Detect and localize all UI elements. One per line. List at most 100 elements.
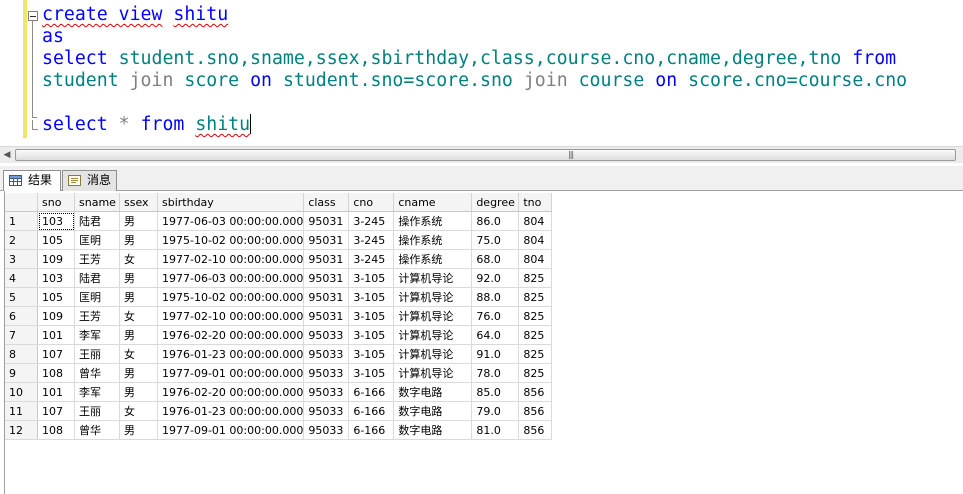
- cell-ssex[interactable]: 女: [119, 249, 158, 269]
- cell-cname[interactable]: 数字电路: [393, 401, 473, 421]
- cell-sno[interactable]: 109: [37, 249, 75, 269]
- cell-sno[interactable]: 105: [37, 287, 75, 307]
- table-row[interactable]: 11 107 王丽女 1976-01-23 00:00:00.000 95033 6-16…: [5, 401, 553, 421]
- cell-degree[interactable]: 78.0: [471, 363, 520, 383]
- cell-class[interactable]: 95033: [303, 344, 350, 364]
- table-row[interactable]: 9 108 曾华男 1977-09-01 00:00:00.000 95033 3-105…: [5, 363, 553, 383]
- cell-row-number[interactable]: 6: [5, 306, 38, 326]
- code-line-2[interactable]: as: [42, 26, 64, 48]
- cell-degree[interactable]: 75.0: [471, 230, 520, 250]
- table-row[interactable]: 7 101 李军男 1976-02-20 00:00:00.000 95033 3-105…: [5, 325, 553, 345]
- cell-class[interactable]: 95031: [303, 249, 350, 269]
- cell-cno[interactable]: 3-105: [348, 306, 395, 326]
- code-line-3[interactable]: select student.sno,sname,ssex,sbirthday,…: [42, 48, 896, 70]
- cell-class[interactable]: 95031: [303, 211, 350, 231]
- cell-cno[interactable]: 6-166: [348, 382, 395, 402]
- cell-sname[interactable]: 李军: [74, 325, 120, 345]
- cell-ssex[interactable]: 女: [119, 344, 158, 364]
- column-header-tno[interactable]: tno: [518, 193, 553, 212]
- cell-sname[interactable]: 王芳: [74, 306, 120, 326]
- cell-class[interactable]: 95033: [303, 363, 350, 383]
- cell-degree[interactable]: 88.0: [471, 287, 520, 307]
- cell-sbirthday[interactable]: 1977-02-10 00:00:00.000: [157, 306, 305, 326]
- row-number-header[interactable]: [5, 193, 38, 212]
- cell-ssex[interactable]: 女: [119, 306, 158, 326]
- cell-cname[interactable]: 计算机导论: [393, 363, 473, 383]
- cell-sname[interactable]: 陆君: [74, 211, 120, 231]
- cell-row-number[interactable]: 2: [5, 230, 38, 250]
- cell-class[interactable]: 95033: [303, 401, 350, 421]
- editor-horizontal-scrollbar[interactable]: ◀ |||: [0, 146, 963, 163]
- cell-ssex[interactable]: 男: [119, 382, 158, 402]
- cell-row-number[interactable]: 8: [5, 344, 38, 364]
- cell-ssex[interactable]: 男: [119, 420, 158, 440]
- tab-results[interactable]: 结果: [3, 170, 61, 192]
- cell-cno[interactable]: 6-166: [348, 401, 395, 421]
- cell-cno[interactable]: 3-245: [348, 230, 395, 250]
- cell-row-number[interactable]: 5: [5, 287, 38, 307]
- cell-row-number[interactable]: 1: [5, 211, 38, 231]
- cell-degree[interactable]: 85.0: [471, 382, 520, 402]
- cell-class[interactable]: 95033: [303, 325, 350, 345]
- table-row[interactable]: 6 109 王芳女 1977-02-10 00:00:00.000 95031 3-105…: [5, 306, 553, 326]
- code-line-4[interactable]: student join score on student.sno=score.…: [42, 70, 907, 92]
- cell-cname[interactable]: 操作系统: [393, 249, 473, 269]
- cell-class[interactable]: 95031: [303, 230, 350, 250]
- cell-sbirthday[interactable]: 1977-09-01 00:00:00.000: [157, 420, 305, 440]
- cell-row-number[interactable]: 10: [5, 382, 38, 402]
- cell-degree[interactable]: 91.0: [471, 344, 520, 364]
- code-line-6[interactable]: select * from shitu: [42, 114, 252, 136]
- cell-class[interactable]: 95033: [303, 420, 350, 440]
- cell-degree[interactable]: 92.0: [471, 268, 520, 288]
- cell-sbirthday[interactable]: 1977-09-01 00:00:00.000: [157, 363, 305, 383]
- cell-sbirthday[interactable]: 1977-06-03 00:00:00.000: [157, 211, 305, 231]
- table-row[interactable]: 12 108 曾华男 1977-09-01 00:00:00.000 95033 6-16…: [5, 420, 553, 440]
- cell-sbirthday[interactable]: 1977-06-03 00:00:00.000: [157, 268, 305, 288]
- sql-editor[interactable]: create view shitu as select student.sno,…: [0, 0, 963, 145]
- column-header-cno[interactable]: cno: [348, 193, 395, 212]
- cell-degree[interactable]: 81.0: [471, 420, 520, 440]
- table-row[interactable]: 10 101 李军男 1976-02-20 00:00:00.000 95033 6-16…: [5, 382, 553, 402]
- table-row[interactable]: 3 109 王芳女 1977-02-10 00:00:00.000 95031 3-245…: [5, 249, 553, 269]
- cell-sbirthday[interactable]: 1977-02-10 00:00:00.000: [157, 249, 305, 269]
- cell-cno[interactable]: 3-105: [348, 344, 395, 364]
- cell-sno[interactable]: 107: [37, 401, 75, 421]
- table-row[interactable]: 1 103 陆君男 1977-06-03 00:00:00.000 95031 3-245…: [5, 211, 553, 231]
- cell-class[interactable]: 95031: [303, 268, 350, 288]
- cell-sbirthday[interactable]: 1976-01-23 00:00:00.000: [157, 344, 305, 364]
- cell-cno[interactable]: 3-105: [348, 268, 395, 288]
- cell-ssex[interactable]: 男: [119, 363, 158, 383]
- cell-ssex[interactable]: 男: [119, 230, 158, 250]
- cell-cname[interactable]: 数字电路: [393, 420, 473, 440]
- column-header-sname[interactable]: sname: [74, 193, 120, 212]
- cell-sbirthday[interactable]: 1975-10-02 00:00:00.000: [157, 230, 305, 250]
- cell-cno[interactable]: 3-105: [348, 363, 395, 383]
- code-line-1[interactable]: create view shitu: [42, 4, 228, 26]
- column-header-class[interactable]: class: [303, 193, 350, 212]
- cell-sno[interactable]: 103: [37, 268, 75, 288]
- cell-class[interactable]: 95033: [303, 382, 350, 402]
- cell-cname[interactable]: 计算机导论: [393, 344, 473, 364]
- cell-sbirthday[interactable]: 1976-02-20 00:00:00.000: [157, 325, 305, 345]
- cell-sno[interactable]: 101: [37, 382, 75, 402]
- cell-cno[interactable]: 3-245: [348, 211, 395, 231]
- cell-tno[interactable]: 825: [518, 344, 553, 364]
- cell-ssex[interactable]: 男: [119, 211, 158, 231]
- cell-row-number[interactable]: 11: [5, 401, 38, 421]
- cell-row-number[interactable]: 4: [5, 268, 38, 288]
- cell-cno[interactable]: 6-166: [348, 420, 395, 440]
- cell-tno[interactable]: 825: [518, 306, 553, 326]
- cell-cno[interactable]: 3-105: [348, 287, 395, 307]
- cell-sname[interactable]: 曾华: [74, 363, 120, 383]
- cell-sbirthday[interactable]: 1976-01-23 00:00:00.000: [157, 401, 305, 421]
- table-row[interactable]: 5 105 匡明男 1975-10-02 00:00:00.000 95031 3-105…: [5, 287, 553, 307]
- cell-sno[interactable]: 109: [37, 306, 75, 326]
- cell-cname[interactable]: 计算机导论: [393, 287, 473, 307]
- column-header-degree[interactable]: degree: [471, 193, 520, 212]
- cell-sname[interactable]: 李军: [74, 382, 120, 402]
- cell-degree[interactable]: 64.0: [471, 325, 520, 345]
- cell-tno[interactable]: 856: [518, 420, 553, 440]
- cell-tno[interactable]: 825: [518, 268, 553, 288]
- scrollbar-thumb[interactable]: |||: [15, 149, 956, 161]
- cell-degree[interactable]: 68.0: [471, 249, 520, 269]
